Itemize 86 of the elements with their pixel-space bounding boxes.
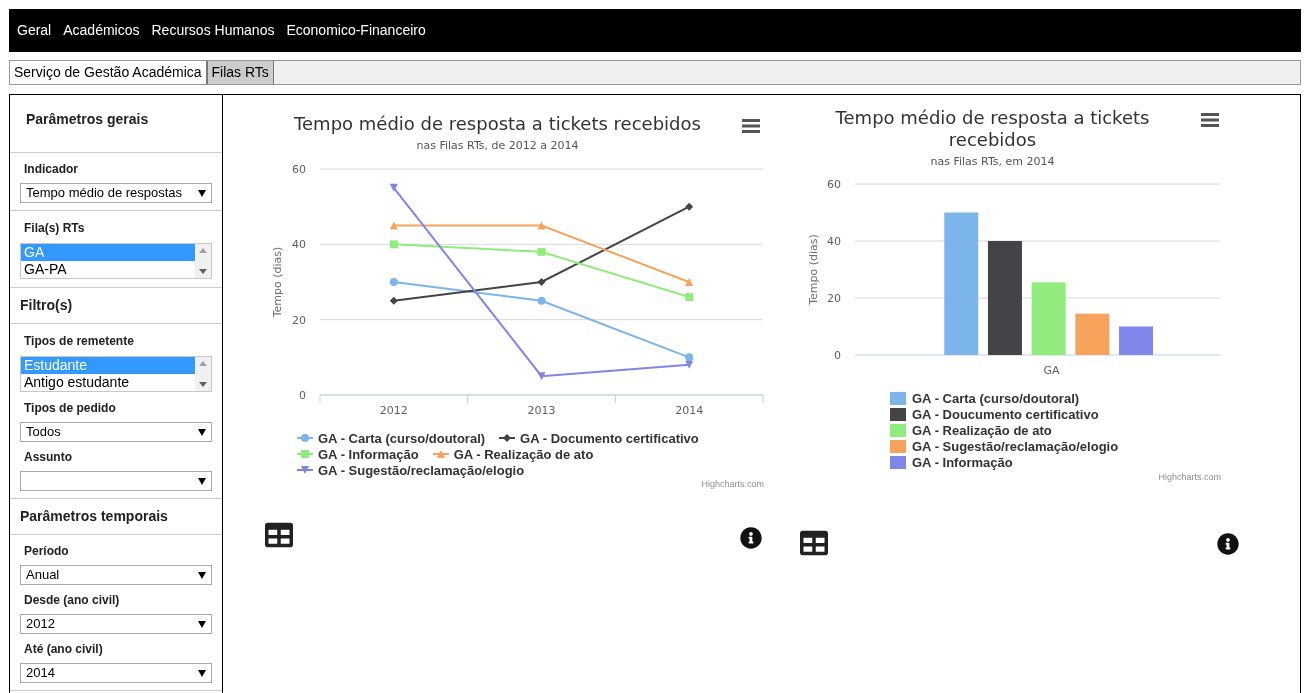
y-tick-label: 0	[299, 388, 306, 402]
y-tick-label: 60	[292, 162, 306, 176]
y-tick-label: 20	[292, 313, 306, 327]
field-label: Fila(s) RTs	[23, 220, 86, 237]
y-tick-label: 20	[827, 291, 841, 305]
nav-link[interactable]: Geral	[17, 20, 52, 41]
y-tick-label: 40	[292, 237, 306, 251]
list-box[interactable]: GA GA-PA	[20, 243, 212, 279]
dropdown[interactable]: 2012	[20, 614, 212, 634]
legend-label[interactable]: GA - Doucumento certificativo	[912, 407, 1099, 422]
list-option[interactable]: Antigo estudante	[21, 374, 195, 391]
chart-title: Tempo médio de resposta a tickets recebidos	[294, 113, 701, 135]
dropdown[interactable]: Anual	[20, 565, 212, 585]
table-icon[interactable]	[265, 521, 293, 549]
list-option[interactable]: GA-PA	[21, 261, 195, 278]
caret-icon	[198, 189, 206, 197]
field-label: Indicador	[23, 161, 79, 178]
dropdown[interactable]: 2014	[20, 663, 212, 683]
dropdown[interactable]: Tempo médio de respostas	[20, 183, 212, 203]
caret-icon	[198, 620, 206, 628]
point	[389, 239, 398, 248]
field-label: Assunto	[23, 449, 73, 466]
x-tick-label: 2014	[675, 403, 704, 417]
section-heading: Parâmetros gerais	[25, 110, 150, 129]
legend-label[interactable]: GA - Documento certificativo	[520, 430, 699, 446]
legend-label[interactable]: GA - Carta (curso/doutoral)	[912, 391, 1080, 406]
y-axis-title: Tempo (dias)	[807, 233, 820, 305]
field-label: Tipos de remetente	[23, 333, 135, 350]
tab[interactable]: Filas RTs	[206, 61, 274, 84]
chart-title: Tempo médio de resposta a tickets recebidos	[834, 107, 1151, 151]
x-tick-label: 2012	[379, 403, 408, 417]
legend-label[interactable]: GA - Realização de ato	[912, 423, 1052, 438]
legend-label[interactable]: GA - Realização de ato	[453, 446, 594, 462]
field-label: Tipos de pedido	[23, 400, 117, 417]
info-icon[interactable]	[1217, 533, 1239, 555]
caret-icon	[198, 571, 206, 579]
tab[interactable]: Serviço de Gestão Académica	[10, 61, 207, 84]
scrollbar[interactable]	[195, 244, 211, 278]
caret-icon	[198, 669, 206, 677]
y-axis-title: Tempo (dias)	[271, 246, 284, 317]
nav-link[interactable]: Académicos	[63, 20, 140, 41]
point	[685, 202, 694, 211]
menu-icon[interactable]	[742, 119, 760, 133]
point	[537, 247, 546, 256]
point	[685, 352, 694, 361]
point	[685, 277, 694, 286]
menu-icon[interactable]	[1201, 113, 1219, 127]
chart-subtitle: nas Filas RTs, de 2012 a 2014	[416, 138, 579, 154]
nav-link[interactable]: Economico-Financeiro	[286, 20, 426, 41]
scroll-down-icon[interactable]	[199, 269, 207, 274]
chart-subtitle: nas Filas RTs, em 2014	[930, 154, 1055, 170]
point	[537, 277, 546, 286]
dropdown[interactable]: Todos	[20, 422, 212, 442]
caret-icon	[198, 428, 206, 436]
field-label: Desde (ano civil)	[23, 592, 121, 609]
legend-label[interactable]: GA - Carta (curso/doutoral)	[318, 430, 486, 446]
nav-link[interactable]: Recursos Humanos	[151, 20, 275, 41]
legend-label[interactable]: GA - Informação	[912, 455, 1013, 470]
field-label: Até (ano civil)	[23, 641, 104, 658]
y-tick-label: 60	[827, 177, 841, 191]
point	[537, 221, 546, 229]
point	[685, 360, 694, 369]
y-tick-label: 40	[827, 234, 841, 248]
bar	[1075, 313, 1110, 355]
point	[389, 221, 398, 229]
y-tick-label: 0	[834, 348, 841, 362]
table-icon[interactable]	[800, 529, 828, 557]
bar	[1119, 326, 1154, 355]
point	[537, 371, 546, 380]
scrollbar[interactable]	[195, 357, 211, 391]
x-tick-label: GA	[1043, 363, 1060, 377]
field-label: Período	[23, 543, 70, 560]
point	[389, 296, 398, 305]
x-tick-label: 2013	[527, 403, 556, 417]
info-icon[interactable]	[740, 527, 762, 549]
section-heading: Parâmetros temporais	[19, 507, 169, 526]
section-heading: Filtro(s)	[19, 296, 74, 315]
point	[537, 296, 546, 305]
legend-label[interactable]: GA - Sugestão/reclamação/elogio	[318, 462, 525, 478]
legend-label[interactable]: GA - Sugestão/reclamação/elogio	[912, 439, 1119, 454]
legend-label[interactable]: GA - Informação	[318, 446, 419, 462]
caret-icon	[198, 477, 206, 485]
point	[389, 277, 398, 286]
point	[685, 292, 694, 301]
list-box[interactable]: Estudante Antigo estudante	[20, 356, 212, 392]
scroll-down-icon[interactable]	[199, 382, 207, 387]
